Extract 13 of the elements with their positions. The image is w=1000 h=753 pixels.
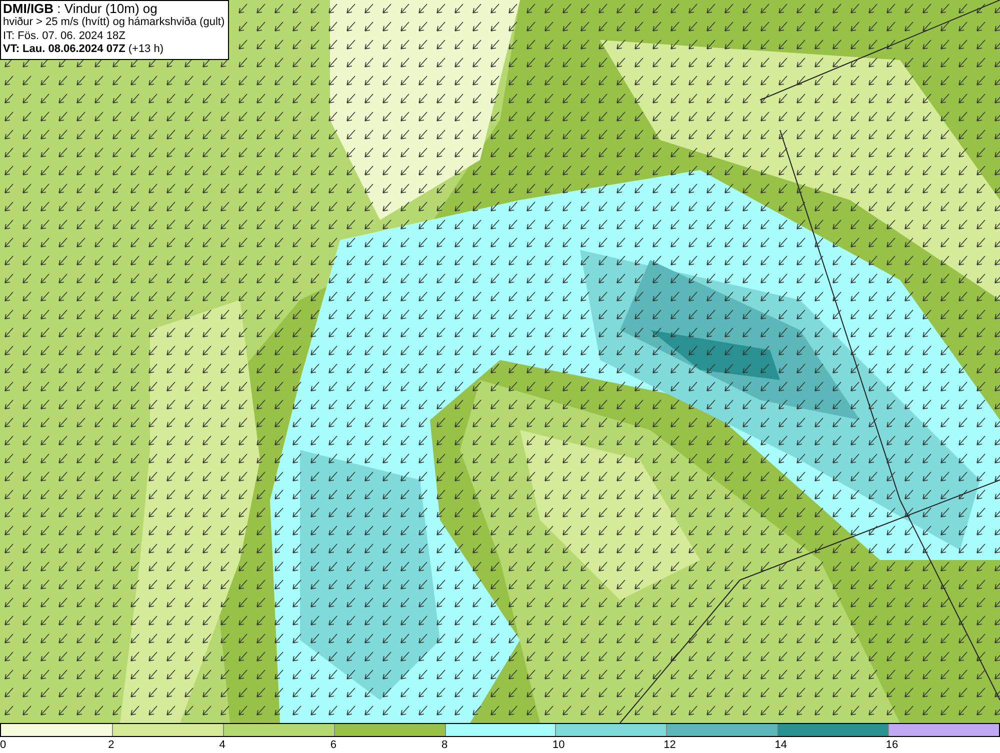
legend-tick-label: 6 [330, 738, 336, 753]
legend-tick-label: 14 [774, 738, 788, 753]
title-line: IT: Fös. 07. 06. 2024 18Z [3, 30, 126, 43]
title-line: VT: Lau. 08.06.2024 07Z (+13 h) [3, 43, 165, 56]
legend-tick-label: 2 [108, 738, 114, 753]
legend-tick-label: 16 [886, 738, 898, 753]
legend-tick-label: 0 [0, 738, 6, 753]
legend-tick-label: 4 [219, 738, 226, 753]
legend-tick-label: 12 [664, 738, 676, 753]
title-line: DMI/IGB : Vindur (10m) og [3, 2, 158, 16]
legend-tick-label: 10 [552, 738, 565, 753]
title-line: hviður > 25 m/s (hvítt) og hámarkshviða (gult) [3, 16, 225, 30]
legend-tick-label: 8 [441, 738, 448, 753]
